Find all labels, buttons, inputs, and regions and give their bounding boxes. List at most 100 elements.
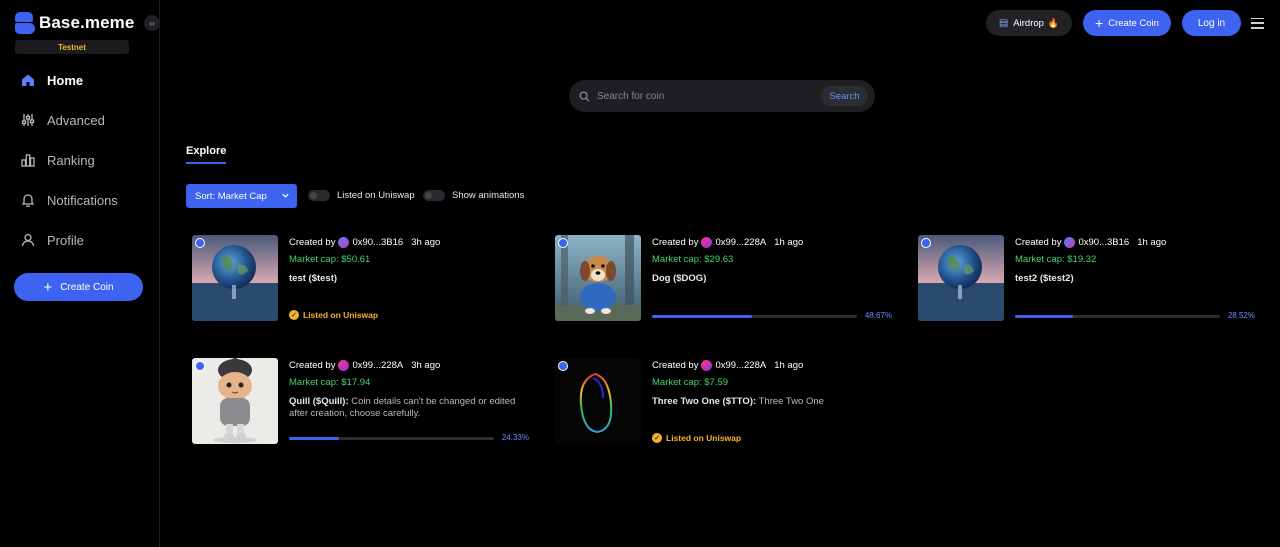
sidebar-item-notifications[interactable]: Notifications — [0, 180, 160, 220]
sidebar-nav: Home Advanced Ranking Notifications Prof… — [0, 60, 160, 260]
coin-badge-icon — [195, 361, 205, 371]
home-icon — [22, 74, 34, 86]
creator-avatar — [338, 359, 350, 371]
search-button[interactable]: Search — [821, 86, 868, 106]
coin-name: test2 ($test2) — [1015, 273, 1255, 285]
sidebar-item-label: Profile — [47, 232, 84, 248]
market-cap: Market cap: $29.63 — [652, 254, 734, 265]
chevron-down-icon — [282, 193, 289, 198]
create-coin-button[interactable]: + Create Coin — [1083, 10, 1171, 36]
coin-image — [555, 358, 641, 444]
coin-badge-icon — [921, 238, 931, 248]
sidebar-create-coin-button[interactable]: + Create Coin — [14, 273, 143, 301]
market-cap: Market cap: $17.94 — [289, 377, 371, 388]
sort-dropdown[interactable]: Sort: Market Cap — [186, 184, 297, 208]
bar-chart-icon — [21, 154, 35, 167]
sidebar-item-profile[interactable]: Profile — [0, 220, 160, 260]
sidebar-item-label: Advanced — [47, 112, 105, 128]
coin-image — [555, 235, 641, 321]
created-by-label: Created by — [1015, 236, 1062, 248]
coin-description: Three Two One — [758, 396, 824, 407]
coin-card[interactable]: Created by 0x90...3B16 3h ago Market cap… — [192, 235, 537, 335]
sidebar-item-ranking[interactable]: Ranking — [0, 140, 160, 180]
airdrop-label: Airdrop — [1013, 17, 1044, 29]
animations-toggle-label: Show animations — [452, 190, 525, 201]
progress-track — [1015, 315, 1220, 318]
fire-icon: 🔥 — [1047, 17, 1060, 28]
creator-line: Created by 0x99...228A 3h ago — [289, 358, 529, 372]
listed-label: Listed on Uniswap — [666, 433, 742, 443]
sidebar-item-home[interactable]: Home — [0, 60, 160, 100]
creator-line: Created by 0x99...228A 1h ago — [652, 235, 892, 249]
bell-icon — [21, 194, 35, 207]
gift-icon: ▤ — [998, 17, 1009, 29]
coin-card[interactable]: Created by 0x99...228A 1h ago Market cap… — [555, 358, 900, 458]
coin-image — [192, 358, 278, 444]
tab-explore[interactable]: Explore — [186, 145, 226, 157]
uniswap-toggle[interactable] — [308, 190, 330, 201]
login-button[interactable]: Log in — [1182, 10, 1241, 36]
bonding-progress: 48.67% — [652, 311, 892, 321]
creator-address[interactable]: 0x99...228A — [715, 360, 766, 371]
sort-label: Sort: Market Cap — [195, 190, 267, 202]
sliders-icon — [21, 114, 35, 126]
header-actions: ▤ Airdrop 🔥 + Create Coin Log in — [986, 10, 1264, 36]
progress-fill — [1015, 315, 1074, 318]
plus-icon: + — [43, 278, 53, 296]
coin-badge-icon — [558, 238, 568, 248]
creator-avatar — [701, 236, 713, 248]
created-time: 3h ago — [411, 236, 441, 248]
coin-card[interactable]: Created by 0x99...228A 3h ago Market cap… — [192, 358, 537, 458]
brand-name: Base.meme — [39, 13, 135, 32]
created-time: 3h ago — [411, 359, 441, 371]
coin-image — [192, 235, 278, 321]
airdrop-button[interactable]: ▤ Airdrop 🔥 — [986, 10, 1072, 36]
coin-badge-icon — [558, 361, 568, 371]
tab-active-indicator — [186, 162, 226, 164]
uniswap-filter: Listed on Uniswap — [308, 190, 415, 201]
sidebar: Base.meme ‹› Testnet Home Advanced Ranki… — [0, 0, 160, 547]
progress-fill — [652, 315, 752, 318]
creator-line: Created by 0x90...3B16 1h ago — [1015, 235, 1255, 249]
menu-icon[interactable] — [1251, 17, 1264, 29]
animations-filter: Show animations — [423, 190, 524, 201]
coin-title: test2 ($test2) — [1015, 273, 1074, 284]
created-by-label: Created by — [652, 236, 699, 248]
progress-percent: 24.33% — [501, 433, 529, 442]
creator-address[interactable]: 0x90...3B16 — [352, 237, 403, 248]
uniswap-toggle-label: Listed on Uniswap — [337, 190, 415, 201]
coin-card[interactable]: Created by 0x99...228A 1h ago Market cap… — [555, 235, 900, 335]
search-input[interactable] — [597, 90, 821, 102]
creator-line: Created by 0x90...3B16 3h ago — [289, 235, 529, 249]
listed-badge: ✓ Listed on Uniswap — [652, 433, 741, 443]
creator-line: Created by 0x99...228A 1h ago — [652, 358, 892, 372]
creator-address[interactable]: 0x90...3B16 — [1078, 237, 1129, 248]
coin-card[interactable]: Created by 0x90...3B16 1h ago Market cap… — [918, 235, 1263, 335]
creator-address[interactable]: 0x99...228A — [715, 237, 766, 248]
progress-percent: 28.52% — [1227, 311, 1255, 320]
check-icon: ✓ — [652, 433, 662, 443]
network-badge: Testnet — [15, 40, 129, 54]
coin-image — [918, 235, 1004, 321]
market-cap: Market cap: $7.59 — [652, 377, 729, 388]
created-by-label: Created by — [652, 359, 699, 371]
plus-icon: + — [1095, 15, 1104, 31]
created-by-label: Created by — [289, 359, 336, 371]
brand-logo[interactable]: Base.meme — [15, 12, 134, 34]
creator-address[interactable]: 0x99...228A — [352, 360, 403, 371]
sidebar-item-label: Home — [47, 72, 84, 88]
animations-toggle[interactable] — [423, 190, 445, 201]
created-time: 1h ago — [1137, 236, 1167, 248]
created-time: 1h ago — [774, 359, 804, 371]
collapse-sidebar-button[interactable]: ‹› — [144, 15, 160, 31]
market-cap: Market cap: $19.32 — [1015, 254, 1097, 265]
created-time: 1h ago — [774, 236, 804, 248]
coin-title: test ($test) — [289, 273, 338, 284]
bonding-progress: 28.52% — [1015, 311, 1255, 321]
sidebar-item-advanced[interactable]: Advanced — [0, 100, 160, 140]
sidebar-item-label: Notifications — [47, 192, 118, 208]
coin-name: Quill ($Quill): Coin details can't be ch… — [289, 396, 529, 420]
creator-avatar — [1064, 236, 1076, 248]
create-coin-label: Create Coin — [1108, 17, 1159, 29]
check-icon: ✓ — [289, 310, 299, 320]
